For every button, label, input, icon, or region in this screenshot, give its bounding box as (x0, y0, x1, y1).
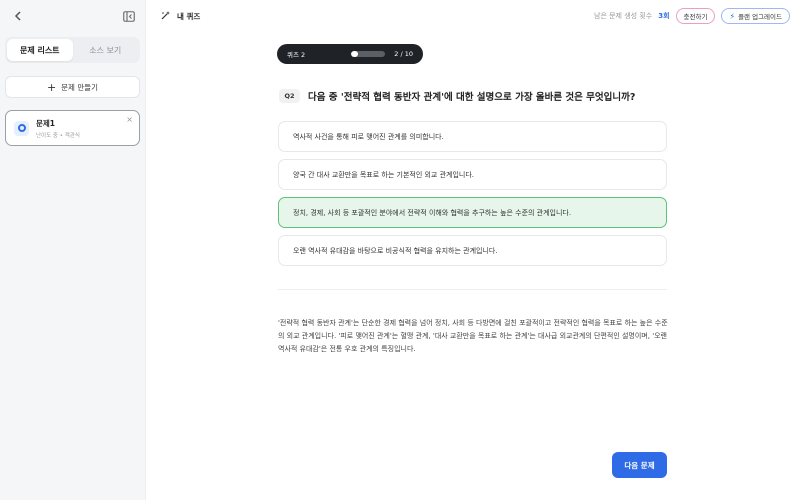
question-text: 다음 중 '전략적 협력 동반자 관계'에 대한 설명으로 가장 올바른 것은 … (308, 92, 636, 103)
answer-explanation: '전략적 협력 동반자 관계'는 단순한 경제 협력을 넘어 정치, 사회 등 … (278, 319, 668, 353)
quiz-main: 퀴즈 2 2 / 10 Q2 다음 중 '전략적 협력 동반자 관계'에 대한 … (146, 32, 800, 500)
remaining-label: 남은 문제 생성 횟수 (594, 12, 653, 20)
upgrade-plan-button[interactable]: ⚡ 플랜 업그레이드 (721, 8, 790, 24)
question-card-subtitle: 난이도 중 • 객관식 (36, 132, 80, 139)
quiz-label: 퀴즈 2 (287, 51, 306, 59)
tab-question-list[interactable]: 문제 리스트 (7, 39, 73, 61)
header: 내 퀴즈 남은 문제 생성 횟수 3회 충전하기 ⚡ 플랜 업그레이드 (146, 0, 800, 32)
charge-button-label: 충전하기 (683, 13, 708, 21)
create-question-button[interactable]: + 문제 만들기 (5, 76, 140, 98)
progress-bar-fill (351, 51, 358, 57)
answer-option-1[interactable]: 역사적 사건을 통해 피로 맺어진 관계를 의미합니다. (278, 121, 667, 152)
create-question-label: 문제 만들기 (61, 82, 99, 92)
remaining-count: 3회 (658, 12, 670, 20)
sidebar: 문제 리스트 소스 보기 + 문제 만들기 문제1 난이도 중 • 객관식 × (0, 0, 146, 500)
back-chevron-icon[interactable] (10, 8, 26, 24)
answer-option-4[interactable]: 오랜 역사적 유대감을 바탕으로 비공식적 협력을 유지하는 관계입니다. (278, 235, 667, 266)
divider (278, 289, 667, 290)
question-header: Q2 다음 중 '전략적 협력 동반자 관계'에 대한 설명으로 가장 올바른 … (279, 89, 635, 103)
collapse-sidebar-icon[interactable] (121, 8, 137, 24)
close-icon[interactable]: × (126, 115, 133, 124)
next-question-button[interactable]: 다음 문제 (612, 452, 667, 478)
lightning-icon: ⚡ (729, 11, 736, 21)
answer-option-3-correct[interactable]: 정치, 경제, 사회 등 포괄적인 분야에서 전략적 이해와 협력을 추구하는 … (278, 197, 667, 228)
answer-option-2[interactable]: 양국 간 대사 교환만을 목표로 하는 기본적인 외교 관계입니다. (278, 159, 667, 190)
sidebar-tabs: 문제 리스트 소스 보기 (5, 37, 140, 63)
tab-view-source[interactable]: 소스 보기 (73, 39, 139, 61)
answer-options: 역사적 사건을 통해 피로 맺어진 관계를 의미합니다. 양국 간 대사 교환만… (278, 121, 667, 273)
quiz-progress-pill: 퀴즈 2 2 / 10 (277, 44, 423, 64)
quiz-sparkle-icon (160, 10, 171, 23)
plus-icon: + (46, 80, 57, 94)
charge-button[interactable]: 충전하기 (675, 8, 716, 24)
progress-bar (351, 51, 385, 57)
question-avatar-icon (14, 120, 29, 136)
upgrade-plan-label: 플랜 업그레이드 (738, 13, 782, 21)
progress-count: 2 / 10 (394, 50, 413, 58)
sidebar-top-bar (0, 0, 145, 32)
page-title: 내 퀴즈 (177, 11, 201, 21)
question-card-title: 문제1 (36, 118, 56, 128)
question-number-badge: Q2 (279, 89, 300, 103)
question-card[interactable]: 문제1 난이도 중 • 객관식 × (5, 110, 140, 146)
